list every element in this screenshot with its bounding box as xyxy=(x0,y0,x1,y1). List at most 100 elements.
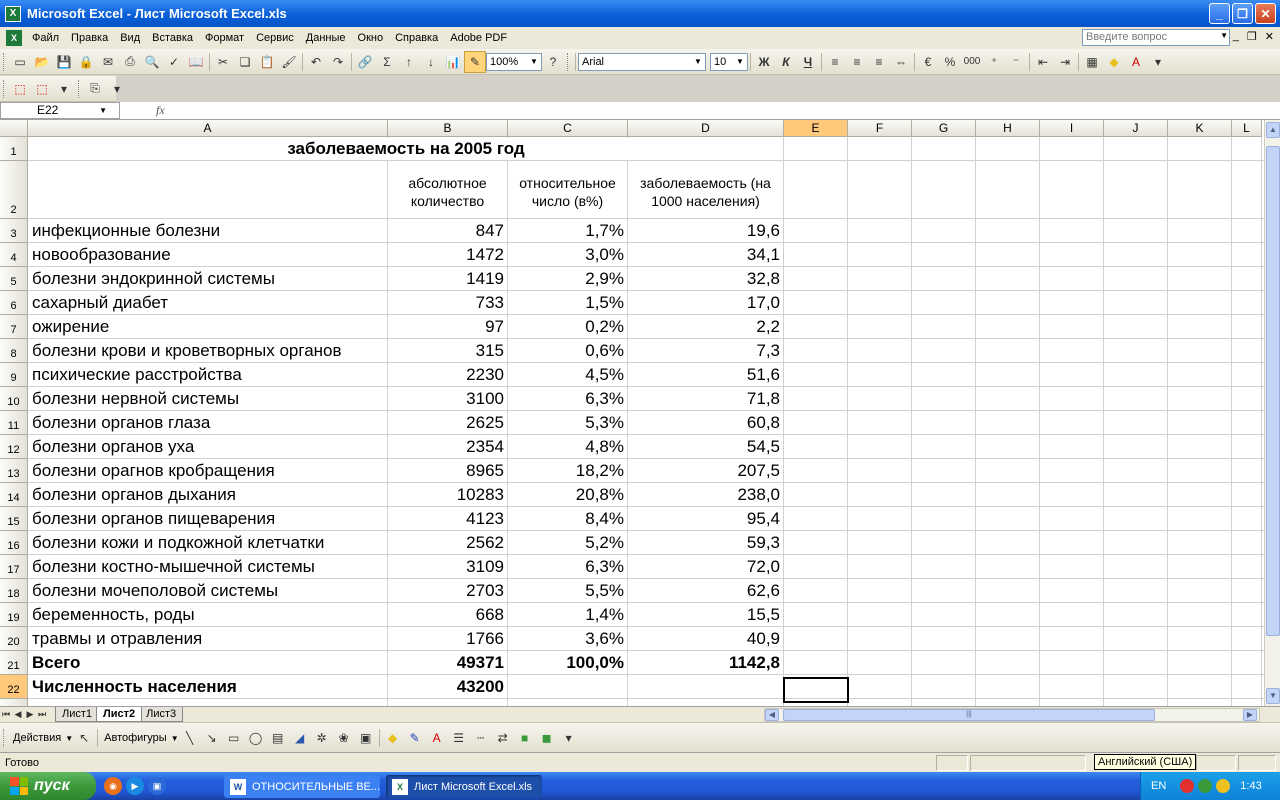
worksheet-grid[interactable]: ABCDEFGHIJKL 1 2 3 4 5 6 7 8 9 10 11 12 13 14 15 16 17 18… xyxy=(0,120,1264,706)
cut-icon[interactable]: ✂ xyxy=(212,51,234,73)
cell-relative-percent[interactable]: 4,8% xyxy=(509,438,627,456)
drawing-icon[interactable]: ✎ xyxy=(464,50,486,73)
cell-disease-name[interactable]: беременность, роды xyxy=(29,606,387,624)
firefox-icon[interactable]: ◉ xyxy=(104,777,122,795)
cell-absolute-count[interactable]: 3100 xyxy=(389,390,507,408)
restore-button[interactable]: ❐ xyxy=(1232,3,1253,24)
cell-absolute-count[interactable]: 2230 xyxy=(389,366,507,384)
cell-disease-name[interactable]: инфекционные болезни xyxy=(29,222,387,240)
cell-relative-percent[interactable]: 6,3% xyxy=(509,558,627,576)
menu-adobe-pdf[interactable]: Adobe PDF xyxy=(444,28,513,48)
column-header-g[interactable]: G xyxy=(912,120,976,137)
cell-absolute-count[interactable]: 10283 xyxy=(389,486,507,504)
spelling-icon[interactable]: ✓ xyxy=(163,51,185,73)
row-header-9[interactable]: 9 xyxy=(0,363,28,387)
network-icon[interactable] xyxy=(1180,779,1195,793)
cell-disease-name[interactable]: ожирение xyxy=(29,318,387,336)
cell-incidence-rate[interactable]: 15,5 xyxy=(629,606,783,624)
close-button[interactable]: ✕ xyxy=(1255,3,1276,24)
row-header-1[interactable]: 1 xyxy=(0,137,28,161)
toolbar-options-icon[interactable]: ▾ xyxy=(558,727,580,749)
copy-icon[interactable]: ❏ xyxy=(234,51,256,73)
cell-absolute-count[interactable]: 1766 xyxy=(389,630,507,648)
cell-relative-percent[interactable]: 2,9% xyxy=(509,270,627,288)
wordart-icon[interactable]: ◢ xyxy=(289,727,311,749)
currency-icon[interactable]: € xyxy=(917,51,939,73)
menu-insert[interactable]: Вставка xyxy=(146,28,199,48)
convert-to-pdf-icon[interactable]: ⬚ xyxy=(9,78,31,100)
draw-actions-menu[interactable]: Действия xyxy=(9,732,65,744)
cell-relative-percent[interactable]: 3,6% xyxy=(509,630,627,648)
cell-disease-name[interactable]: Численность населения xyxy=(29,678,387,696)
arrow-icon[interactable]: ↘ xyxy=(201,727,223,749)
column-header-a[interactable]: A xyxy=(28,120,388,137)
row-header-5[interactable]: 5 xyxy=(0,267,28,291)
column-header-k[interactable]: K xyxy=(1168,120,1232,137)
menu-tools[interactable]: Сервис xyxy=(250,28,300,48)
pdf-email-icon[interactable]: ⬚ xyxy=(31,78,53,100)
menu-format[interactable]: Формат xyxy=(199,28,250,48)
column-header-l[interactable]: L xyxy=(1232,120,1262,137)
column-header-j[interactable]: J xyxy=(1104,120,1168,137)
row-header-4[interactable]: 4 xyxy=(0,243,28,267)
row-header-15[interactable]: 15 xyxy=(0,507,28,531)
cell-absolute-count[interactable]: 1472 xyxy=(389,246,507,264)
clipart-icon[interactable]: ❀ xyxy=(333,727,355,749)
cell-disease-name[interactable]: травмы и отравления xyxy=(29,630,387,648)
column-header-d[interactable]: D xyxy=(628,120,784,137)
line-color-icon[interactable]: ✎ xyxy=(404,727,426,749)
sort-ascending-icon[interactable]: ↑ xyxy=(398,51,420,73)
cell-incidence-rate[interactable]: 2,2 xyxy=(629,318,783,336)
cell-incidence-rate[interactable]: 207,5 xyxy=(629,462,783,480)
menu-data[interactable]: Данные xyxy=(300,28,352,48)
next-sheet-icon[interactable]: ▶ xyxy=(24,709,36,720)
format-painter-icon[interactable]: 🖌 xyxy=(278,51,300,73)
cell-relative-percent[interactable]: 1,4% xyxy=(509,606,627,624)
cell-relative-percent[interactable]: 6,3% xyxy=(509,390,627,408)
task-word-document[interactable]: W ОТНОСИТЕЛЬНЫЕ ВЕ... xyxy=(224,775,380,798)
cell-relative-percent[interactable]: 5,3% xyxy=(509,414,627,432)
column-header-c[interactable]: C xyxy=(508,120,628,137)
textbox-icon[interactable]: ▤ xyxy=(267,727,289,749)
cell-relative-percent[interactable]: 1,7% xyxy=(509,222,627,240)
tray-app-icon[interactable] xyxy=(1216,779,1231,793)
row-header-14[interactable]: 14 xyxy=(0,483,28,507)
cell-disease-name[interactable]: болезни крови и кроветворных органов xyxy=(29,342,387,360)
toolbar-options-icon[interactable]: ▾ xyxy=(53,78,75,100)
thousands-button[interactable]: 000 xyxy=(961,51,983,73)
toolbar-grip[interactable] xyxy=(3,729,6,747)
row-header-22[interactable]: 22 xyxy=(0,675,28,699)
font-size-select[interactable]: 10 ▼ xyxy=(710,52,748,71)
select-all-button[interactable] xyxy=(0,120,28,137)
cell-incidence-rate[interactable]: 72,0 xyxy=(629,558,783,576)
row-header-17[interactable]: 17 xyxy=(0,555,28,579)
cell-absolute-count[interactable]: 49371 xyxy=(389,654,507,672)
cell-absolute-count[interactable]: 733 xyxy=(389,294,507,312)
cell-disease-name[interactable]: болезни орагнов кробращения xyxy=(29,462,387,480)
font-color-icon[interactable]: A xyxy=(426,727,448,749)
pdf-review-icon[interactable]: ⎘ xyxy=(84,78,106,100)
align-left-icon[interactable]: ≡ xyxy=(824,51,846,73)
cell-relative-percent[interactable]: 18,2% xyxy=(509,462,627,480)
select-objects-icon[interactable]: ↖ xyxy=(73,727,95,749)
cell-incidence-rate[interactable]: 95,4 xyxy=(629,510,783,528)
cell-disease-name[interactable]: болезни органов пищеварения xyxy=(29,510,387,528)
cell-relative-percent[interactable]: 8,4% xyxy=(509,510,627,528)
horizontal-scroll-thumb[interactable]: ||| xyxy=(783,709,1155,721)
bold-button[interactable]: Ж xyxy=(753,51,775,73)
dash-style-icon[interactable]: ┄ xyxy=(470,727,492,749)
cell-incidence-rate[interactable]: 1142,8 xyxy=(629,654,783,672)
cell-disease-name[interactable]: болезни костно-мышечной системы xyxy=(29,558,387,576)
cell-incidence-rate[interactable]: 34,1 xyxy=(629,246,783,264)
shadow-icon[interactable]: ■ xyxy=(514,727,536,749)
header-absolute-count[interactable]: абсолютное количество xyxy=(388,174,507,210)
chart-wizard-icon[interactable]: 📊 xyxy=(442,51,464,73)
font-select[interactable]: Arial ▼ xyxy=(578,52,706,71)
hyperlink-icon[interactable]: 🔗 xyxy=(354,51,376,73)
align-center-icon[interactable]: ≡ xyxy=(846,51,868,73)
open-icon[interactable]: 📂 xyxy=(31,51,53,73)
toolbar-grip[interactable] xyxy=(78,79,81,98)
minimize-button[interactable]: _ xyxy=(1209,3,1230,24)
row-header-2[interactable]: 2 xyxy=(0,161,28,219)
language-indicator[interactable]: EN xyxy=(1151,780,1166,792)
